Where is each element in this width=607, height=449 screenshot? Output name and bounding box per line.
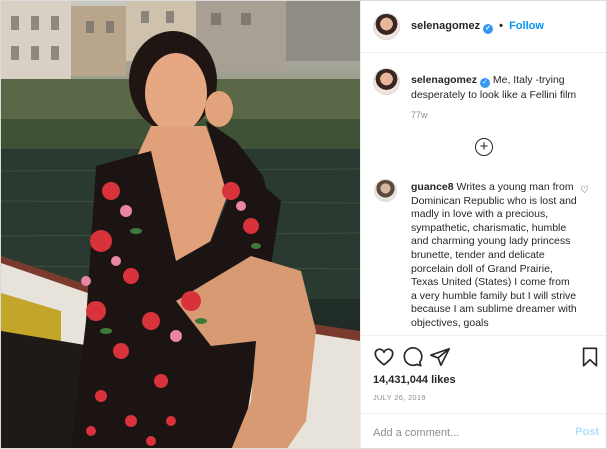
comment-icon[interactable]	[401, 346, 423, 368]
action-icons	[373, 346, 598, 368]
comment-text: Writes a young man from Dominican Republ…	[411, 181, 577, 329]
commenter-avatar[interactable]	[374, 179, 397, 202]
comment-like-heart-icon[interactable]: ♡	[580, 185, 589, 196]
author-line: selenagomez ✓ • Follow	[411, 20, 544, 34]
add-comment-input[interactable]	[373, 424, 553, 442]
author-avatar[interactable]	[373, 13, 400, 40]
follow-button[interactable]: Follow	[509, 20, 544, 32]
caption-timestamp[interactable]: 77w	[411, 110, 428, 120]
comment-username[interactable]: guance8	[411, 181, 454, 193]
post-sidebar: selenagomez ✓ • Follow selenagomez ✓ Me, I…	[360, 1, 606, 448]
caption-avatar[interactable]	[373, 68, 400, 95]
caption-text-block: selenagomez ✓ Me, Italy -trying desperate…	[411, 73, 603, 102]
post-actions: 14,431,044 likes JULY 26, 2019 Post	[361, 335, 606, 448]
caption-username[interactable]: selenagomez	[411, 74, 477, 86]
verified-badge-icon: ✓	[483, 24, 494, 34]
plus-circle-icon[interactable]: +	[475, 138, 493, 156]
post-comment-button[interactable]: Post	[575, 426, 599, 438]
add-comment-section: Post	[361, 413, 606, 448]
separator-dot: •	[499, 20, 504, 32]
verified-badge-icon: ✓	[479, 78, 490, 88]
likes-count[interactable]: 14,431,044 likes	[373, 374, 456, 386]
bookmark-icon[interactable]	[579, 346, 601, 368]
heart-icon[interactable]	[373, 346, 395, 368]
post-date[interactable]: JULY 26, 2019	[373, 393, 426, 402]
post-header: selenagomez ✓ • Follow	[361, 1, 606, 53]
share-icon[interactable]	[429, 346, 451, 368]
post-photo-illustration	[1, 1, 360, 448]
post-modal: selenagomez ✓ • Follow selenagomez ✓ Me, I…	[0, 0, 607, 449]
comment-text-block: guance8 Writes a young man from Dominica…	[411, 181, 577, 331]
comment-item: guance8 Writes a young man from Dominica…	[373, 179, 603, 335]
post-photo[interactable]	[1, 1, 360, 448]
author-username[interactable]: selenagomez	[411, 20, 480, 32]
